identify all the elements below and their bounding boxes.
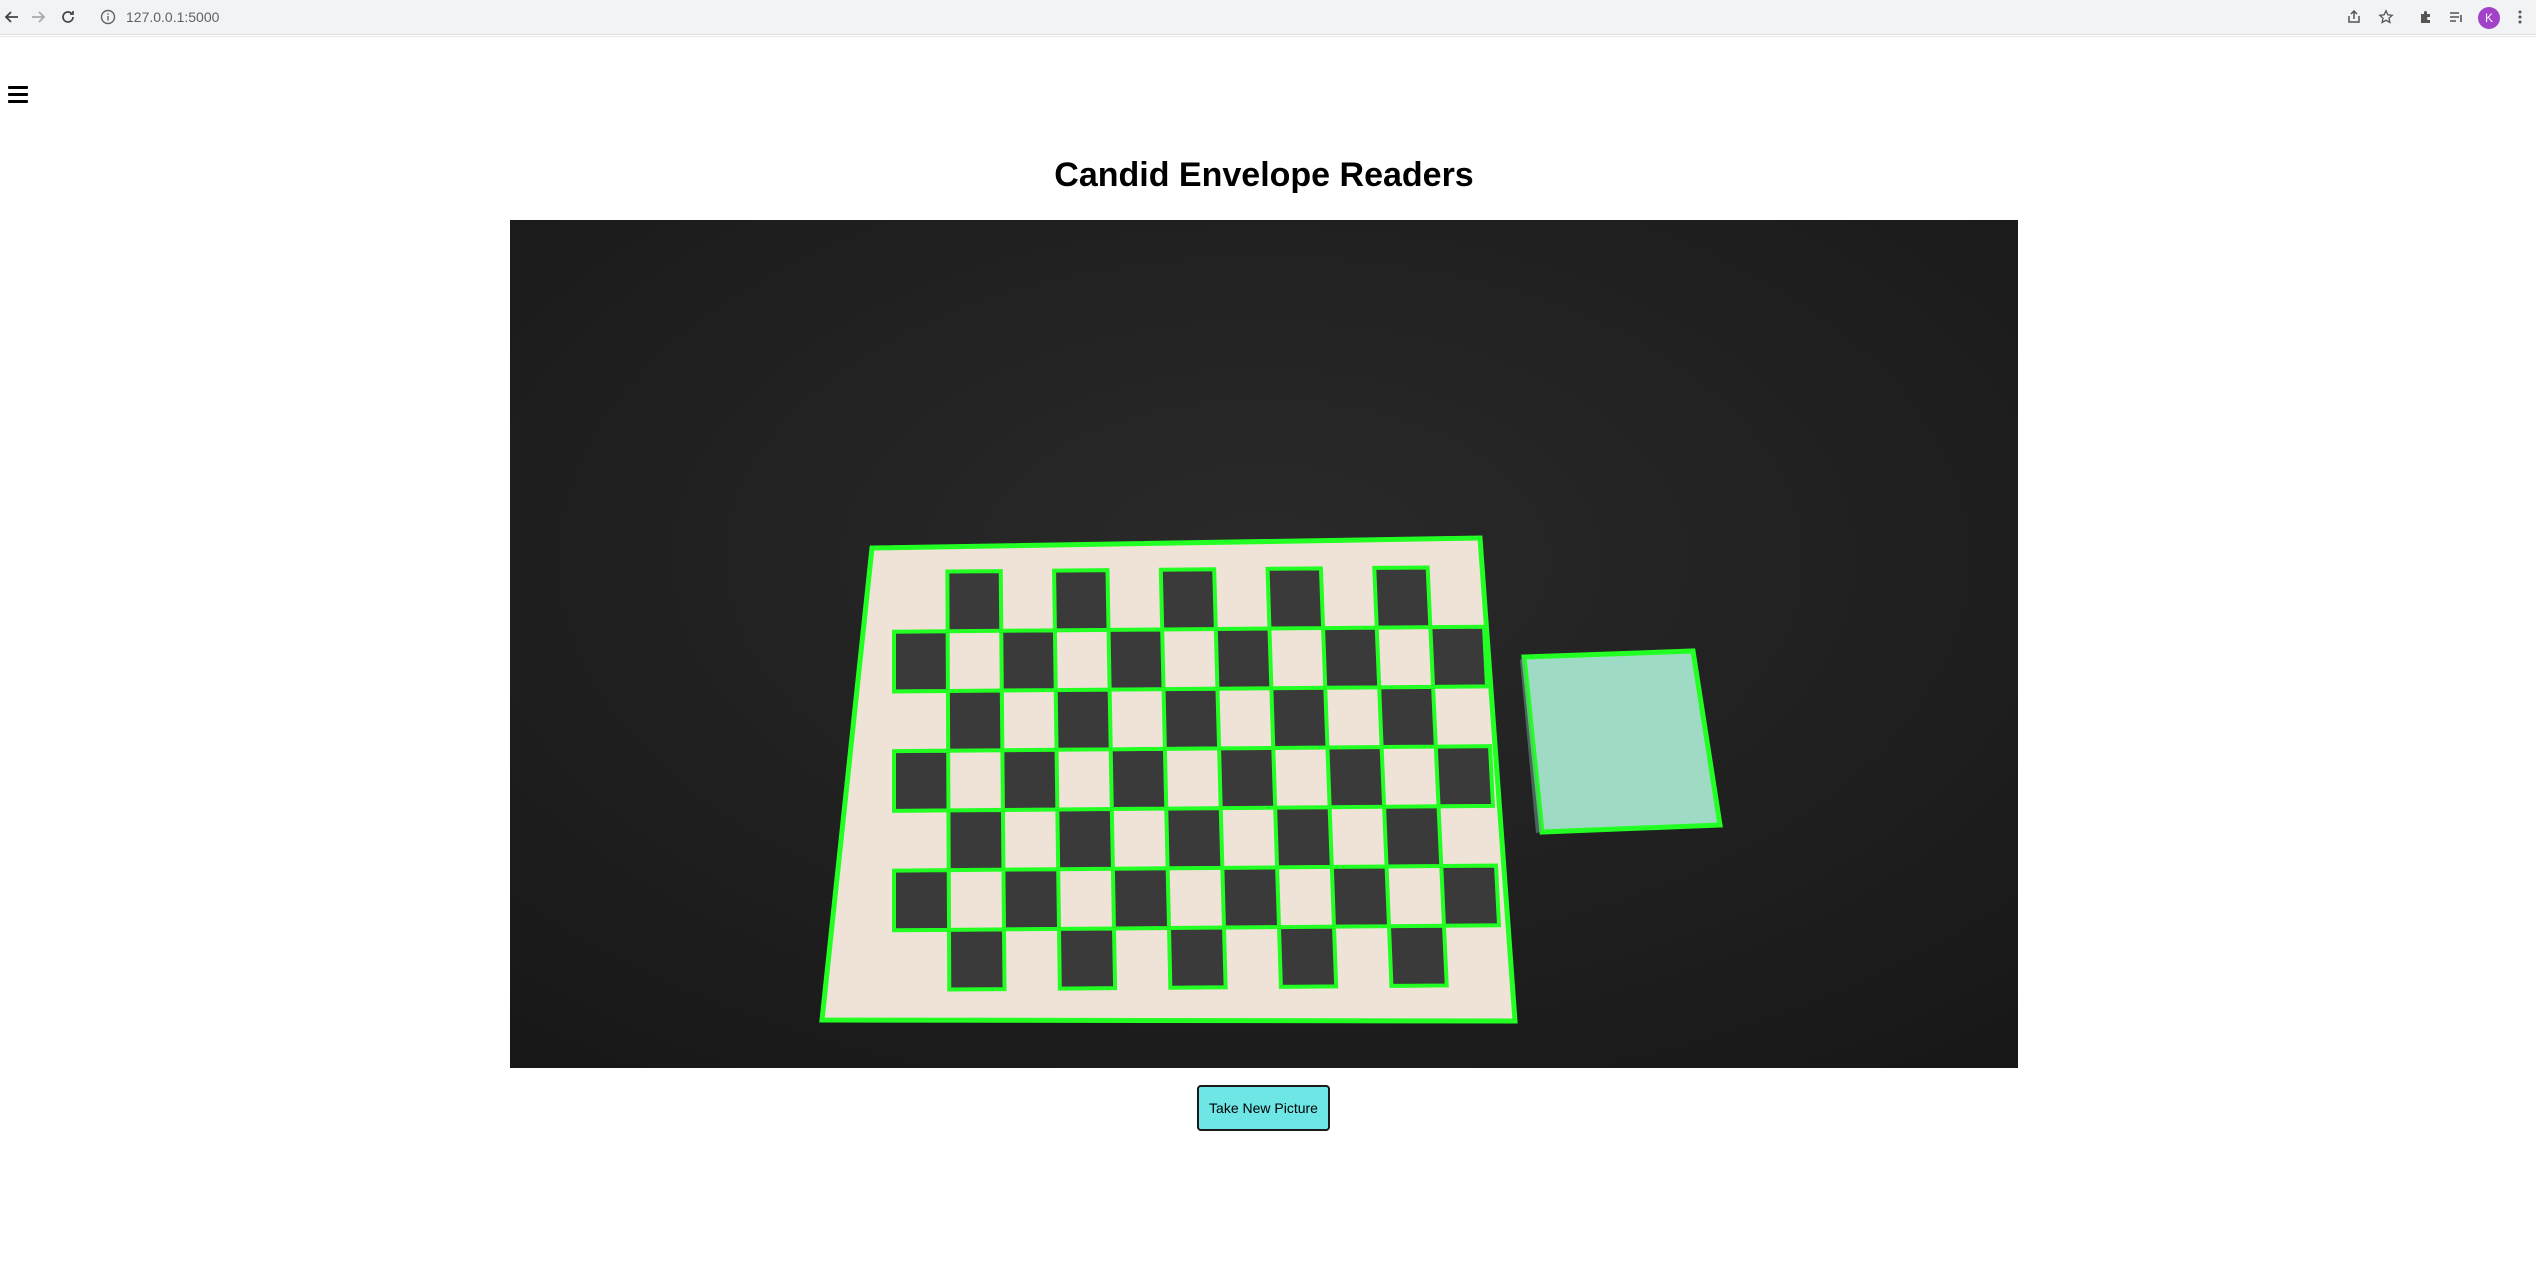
page-title: Candid Envelope Readers xyxy=(1054,156,1474,194)
back-icon[interactable] xyxy=(0,5,24,29)
checker-square xyxy=(1265,566,1326,631)
checker-square xyxy=(1220,865,1282,930)
checker-square xyxy=(1213,626,1274,691)
checker-square xyxy=(945,688,1005,753)
checker-square xyxy=(1106,627,1166,692)
green-block xyxy=(1521,648,1723,835)
checker-square xyxy=(1161,686,1222,751)
checker-square xyxy=(1273,805,1334,870)
checker-square xyxy=(1053,687,1113,752)
share-icon[interactable] xyxy=(2342,5,2366,29)
checker-square xyxy=(1325,745,1387,810)
checker-square xyxy=(1329,864,1392,929)
checker-square xyxy=(1056,926,1118,991)
checker-square xyxy=(1158,567,1218,632)
checker-square xyxy=(1433,744,1496,809)
checker-square xyxy=(946,927,1007,992)
checker-square xyxy=(1052,568,1111,633)
reload-icon[interactable] xyxy=(56,5,80,29)
checker-square xyxy=(946,807,1006,873)
checker-square xyxy=(1217,745,1278,811)
checker-square xyxy=(892,748,951,813)
checker-square xyxy=(1377,684,1438,750)
camera-image xyxy=(510,220,2018,1068)
content-top-border xyxy=(0,36,2536,37)
checker-square xyxy=(1000,747,1060,812)
checker-square xyxy=(1382,804,1444,869)
extensions-icon[interactable] xyxy=(2414,5,2438,29)
checker-square xyxy=(1276,924,1339,989)
take-new-picture-button[interactable]: Take New Picture xyxy=(1197,1085,1330,1131)
checker-square xyxy=(1269,685,1330,750)
browser-toolbar: 127.0.0.1:5000 K xyxy=(0,0,2536,35)
checker-square xyxy=(1321,625,1382,690)
checker-square xyxy=(1428,624,1490,689)
checker-square xyxy=(892,629,950,694)
reading-list-icon[interactable] xyxy=(2444,5,2468,29)
checker-square xyxy=(1110,866,1172,931)
checker-square xyxy=(1386,923,1449,988)
checker-square xyxy=(945,569,1004,634)
checker-square xyxy=(1055,807,1115,872)
checker-square xyxy=(1439,863,1502,928)
url-text: 127.0.0.1:5000 xyxy=(126,9,220,25)
profile-avatar[interactable]: K xyxy=(2478,7,2500,29)
checker-square xyxy=(1372,565,1433,630)
checker-square xyxy=(1164,806,1225,871)
checker-square xyxy=(1001,867,1062,932)
checker-square xyxy=(1166,925,1228,990)
checker-square xyxy=(1108,746,1169,812)
checker-square xyxy=(892,868,952,933)
kebab-menu-icon[interactable] xyxy=(2508,5,2532,29)
checker-square xyxy=(999,628,1058,693)
bookmark-star-icon[interactable] xyxy=(2374,5,2398,29)
hamburger-menu-icon[interactable] xyxy=(8,86,28,106)
forward-icon[interactable] xyxy=(26,5,50,29)
address-bar[interactable]: 127.0.0.1:5000 xyxy=(90,4,2510,30)
site-info-icon[interactable] xyxy=(100,9,116,25)
